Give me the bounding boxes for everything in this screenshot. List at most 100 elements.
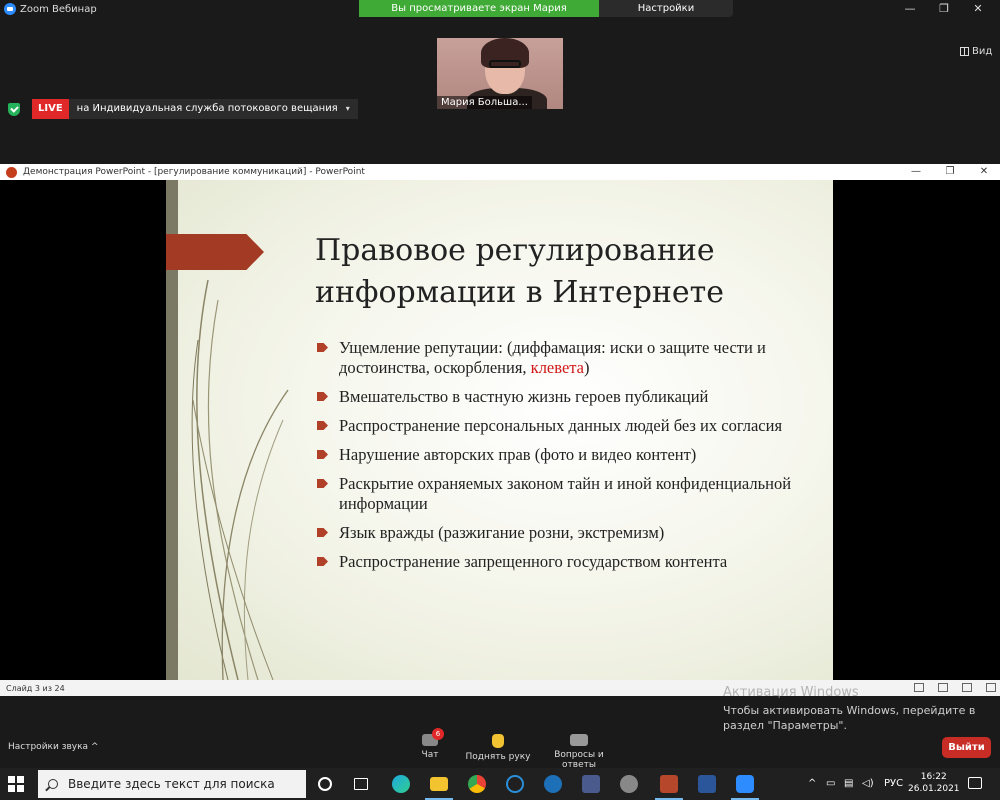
zoom-video-area: Мария Большa... Вид <box>0 18 1000 164</box>
clock-date: 26.01.2021 <box>908 784 960 794</box>
network-icon[interactable]: ▤ <box>844 778 853 789</box>
raise-hand-button[interactable]: Поднять руку <box>464 734 532 762</box>
ppt-minimize-icon[interactable]: — <box>902 164 930 180</box>
bullet-item: Ущемление репутации: (диффамация: иски о… <box>315 338 825 378</box>
participant-glasses <box>489 60 521 68</box>
slide-title-line-1: Правовое регулирование <box>315 233 715 268</box>
view-mode-icons <box>914 683 996 692</box>
powerpoint-titlebar: Демонстрация PowerPoint - [регулирование… <box>0 164 1000 180</box>
slideshow-icon[interactable] <box>986 683 996 692</box>
bullet-text-end: ) <box>584 358 590 377</box>
chat-label: Чат <box>421 750 439 760</box>
bullet-arrow-icon <box>317 392 328 401</box>
chat-count-badge: 6 <box>432 728 444 740</box>
ppt-restore-icon[interactable]: ❐ <box>936 164 964 180</box>
view-options-button[interactable]: Настройки просмотра ⌄ <box>599 0 733 31</box>
shield-icon[interactable] <box>8 102 20 116</box>
caret-up-icon: ^ <box>90 742 99 752</box>
grid-view-icon <box>960 47 969 56</box>
taskbar-clock[interactable]: 16:22 26.01.2021 <box>908 771 960 795</box>
qa-button[interactable]: Вопросы и ответы <box>536 734 622 770</box>
audio-settings-button[interactable]: Настройки звука ^ <box>8 742 98 752</box>
taskbar-search-placeholder: Введите здесь текст для поиска <box>68 777 275 791</box>
chat-button[interactable]: 6 Чат <box>418 728 444 760</box>
bullet-text: Нарушение авторских прав (фото и видео к… <box>339 445 697 464</box>
hand-icon <box>492 734 504 748</box>
bullet-arrow-icon <box>317 479 328 488</box>
tray-chevron-icon[interactable]: ^ <box>808 778 816 789</box>
slide-bullet-list: Ущемление репутации: (диффамация: иски о… <box>315 338 825 581</box>
share-banner-text: Вы просматриваете экран Мария Большакова <box>359 0 599 31</box>
cortana-icon[interactable] <box>318 777 332 791</box>
share-banner: Вы просматриваете экран Мария Большакова… <box>359 0 733 31</box>
ppt-close-icon[interactable]: ✕ <box>970 164 998 180</box>
app-title: Zoom Вебинар <box>20 3 97 15</box>
bullet-text: Распространение персональных данных люде… <box>339 416 783 435</box>
restore-icon[interactable]: ❐ <box>929 0 959 18</box>
search-icon <box>48 779 58 789</box>
taskbar-search[interactable]: Введите здесь текст для поиска <box>38 770 306 798</box>
live-service-dropdown[interactable]: на Индивидуальная служба потокового веща… <box>68 99 358 119</box>
powerpoint-window-title: Демонстрация PowerPoint - [регулирование… <box>23 167 365 177</box>
audio-settings-label: Настройки звука <box>8 742 89 752</box>
bullet-arrow-icon <box>317 343 328 352</box>
bullet-arrow-icon <box>317 557 328 566</box>
raise-hand-label: Поднять руку <box>465 752 531 762</box>
activation-watermark-text: Чтобы активировать Windows, перейдите в … <box>723 704 976 732</box>
chrome-icon[interactable] <box>468 775 486 793</box>
normal-view-icon[interactable] <box>914 683 924 692</box>
participant-name: Мария Большa... <box>437 96 532 109</box>
circle-app-icon[interactable] <box>506 775 524 793</box>
presentation-area: Правовое регулирование информации в Инте… <box>0 180 1000 680</box>
zoom-logo-icon <box>4 3 16 15</box>
bullet-text: Язык вражды (разжигание розни, экстремиз… <box>339 523 665 542</box>
live-badge: LIVE <box>32 99 69 119</box>
clock-time: 16:22 <box>920 772 947 782</box>
slide-counter: Слайд 3 из 24 <box>6 683 65 693</box>
qa-label: Вопросы и ответы <box>554 750 604 770</box>
zoom-taskbar-icon[interactable] <box>736 775 754 793</box>
slide[interactable]: Правовое регулирование информации в Инте… <box>166 180 833 680</box>
exit-button[interactable]: Выйти <box>942 737 991 758</box>
reading-view-icon[interactable] <box>962 683 972 692</box>
network-app-icon[interactable] <box>582 775 600 793</box>
slide-title: Правовое регулирование информации в Инте… <box>315 230 724 314</box>
close-icon[interactable]: ✕ <box>963 0 993 18</box>
live-service-label: на Индивидуальная служба потокового веща… <box>76 103 338 114</box>
app-icon-2[interactable] <box>620 775 638 793</box>
minimize-icon[interactable]: — <box>895 0 925 18</box>
notification-icon[interactable] <box>968 777 982 789</box>
bullet-item: Нарушение авторских прав (фото и видео к… <box>315 445 825 465</box>
task-view-icon[interactable] <box>354 778 368 790</box>
bullet-item: Распространение персональных данных люде… <box>315 416 825 436</box>
decorative-grass-curves <box>191 279 289 680</box>
activation-watermark-title: Активация Windows <box>723 685 859 700</box>
chat-icon: 6 <box>422 728 444 746</box>
windows-start-icon[interactable] <box>8 776 24 792</box>
participant-video[interactable]: Мария Большa... <box>437 38 563 109</box>
bullet-text: Распространение запрещенного государство… <box>339 552 728 571</box>
caret-down-icon: ▾ <box>345 104 350 113</box>
edge-icon[interactable] <box>392 775 410 793</box>
app-icon[interactable] <box>544 775 562 793</box>
view-button[interactable]: Вид <box>960 46 992 57</box>
bullet-text: Вмешательство в частную жизнь героев пуб… <box>339 387 709 406</box>
language-indicator[interactable]: РУС <box>884 778 903 789</box>
file-explorer-icon[interactable] <box>430 777 448 791</box>
live-status-row: LIVE на Индивидуальная служба потокового… <box>8 99 358 119</box>
powerpoint-taskbar-icon[interactable] <box>660 775 678 793</box>
view-button-label: Вид <box>972 46 993 57</box>
volume-icon[interactable]: ◁) <box>862 778 874 789</box>
bullet-arrow-icon <box>317 528 328 537</box>
bullet-item: Распространение запрещенного государство… <box>315 552 825 572</box>
slide-title-line-2: информации в Интернете <box>315 275 725 310</box>
bullet-item: Вмешательство в частную жизнь героев пуб… <box>315 387 825 407</box>
bullet-item: Язык вражды (разжигание розни, экстремиз… <box>315 523 825 543</box>
battery-icon[interactable]: ▭ <box>826 778 835 789</box>
screen: Zoom Вебинар Вы просматриваете экран Мар… <box>0 0 1000 800</box>
word-icon[interactable] <box>698 775 716 793</box>
bullet-arrow-icon <box>317 421 328 430</box>
bullet-highlight: клевета <box>530 358 584 377</box>
slide-sorter-icon[interactable] <box>938 683 948 692</box>
bullet-text: Раскрытие охраняемых законом тайн и иной… <box>339 474 792 513</box>
